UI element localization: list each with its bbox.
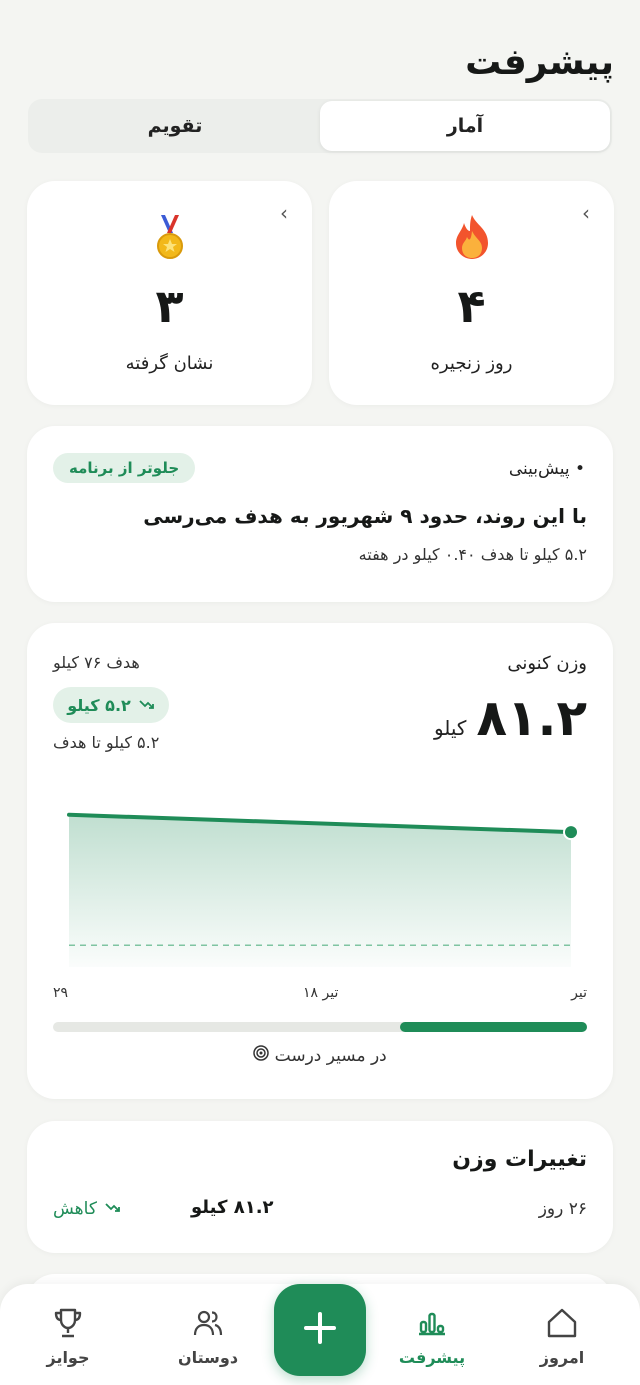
forecast-subtext: ۵.۲ کیلو تا هدف ۰.۴۰ کیلو در هفته [358, 545, 587, 564]
changes-weight: ۸۱.۲ کیلو [191, 1197, 274, 1218]
forecast-label: • پیش‌بینی [508, 459, 585, 479]
add-button[interactable] [274, 1284, 366, 1376]
changes-trend-label: کاهش [53, 1199, 97, 1219]
changes-days: ۲۶ روز [538, 1199, 587, 1219]
on-track-label: در مسیر درست [274, 1046, 387, 1066]
streak-count: ۴ [457, 279, 486, 333]
segmented-tabs: تقویم آمار [28, 99, 612, 153]
trend-down-icon [139, 696, 155, 715]
streak-card[interactable]: ‹ ۴ روز زنجیره [329, 181, 614, 405]
tab-stats[interactable]: آمار [320, 101, 610, 151]
weight-changes-card: تغییرات وزن ۲۶ روز ۸۱.۲ کیلو کاهش [27, 1121, 613, 1253]
badges-count: ۳ [155, 279, 184, 333]
weight-delta-value: ۵.۲ کیلو [67, 695, 131, 715]
weight-to-goal: ۵.۲ کیلو تا هدف [53, 733, 160, 752]
chart-endpoint [563, 824, 579, 841]
nav-today[interactable]: امروز [512, 1306, 612, 1367]
weight-delta-badge: ۵.۲ کیلو [53, 687, 169, 723]
on-track-status: در مسیر درست [27, 1045, 613, 1066]
nav-progress[interactable]: پیشرفت [382, 1306, 482, 1367]
nav-friends[interactable]: دوستان [158, 1306, 258, 1367]
goal-progress-fill [400, 1022, 587, 1032]
weight-unit: کیلو [433, 716, 467, 740]
current-weight-label: وزن کنونی [507, 653, 587, 674]
bottom-nav: جوایز دوستان پیشرفت امروز [0, 1284, 640, 1385]
goal-progress-bar [53, 1022, 587, 1032]
friends-icon [191, 1310, 225, 1344]
badges-label: نشان گرفته [125, 353, 214, 374]
forecast-card: جلوتر از برنامه • پیش‌بینی با این روند، … [27, 426, 613, 602]
badges-card[interactable]: ‹ ۳ نشان گرفته [27, 181, 312, 405]
nav-label: پیشرفت [398, 1348, 466, 1367]
changes-trend: کاهش [53, 1199, 121, 1219]
bar-chart-icon [415, 1312, 449, 1344]
x-tick-label: تیر [571, 985, 587, 1001]
nav-label: امروز [539, 1348, 585, 1367]
flame-icon [329, 213, 614, 271]
ahead-of-plan-badge: جلوتر از برنامه [53, 453, 196, 483]
trend-down-icon [105, 1199, 121, 1219]
current-weight-value: ۸۱.۲ کیلو [434, 689, 587, 747]
weight-changes-title: تغییرات وزن [452, 1147, 587, 1172]
plus-icon [302, 1310, 338, 1350]
nav-rewards[interactable]: جوایز [18, 1306, 118, 1367]
current-weight-card: وزن کنونی ۸۱.۲ کیلو هدف ۷۶ کیلو ۵.۲ کیلو… [27, 623, 613, 1099]
trophy-icon [51, 1308, 85, 1344]
tab-calendar[interactable]: تقویم [30, 101, 320, 151]
x-tick-label: ۲۹ [53, 985, 69, 1001]
page-title: پیشرفت [465, 42, 614, 83]
target-icon [253, 1045, 269, 1066]
weight-chart [67, 812, 579, 967]
nav-label: جوایز [46, 1348, 90, 1367]
x-tick-label: ۱۸ تیر [303, 985, 339, 1001]
forecast-headline: با این روند، حدود ۹ شهریور به هدف می‌رسی [143, 504, 587, 528]
goal-weight: هدف ۷۶ کیلو [53, 653, 140, 672]
weight-number: ۸۱.۲ [476, 689, 587, 747]
medal-icon [27, 213, 312, 273]
home-icon [545, 1308, 579, 1344]
nav-label: دوستان [177, 1348, 239, 1367]
chart-area [69, 814, 571, 967]
streak-label: روز زنجیره [430, 353, 513, 374]
